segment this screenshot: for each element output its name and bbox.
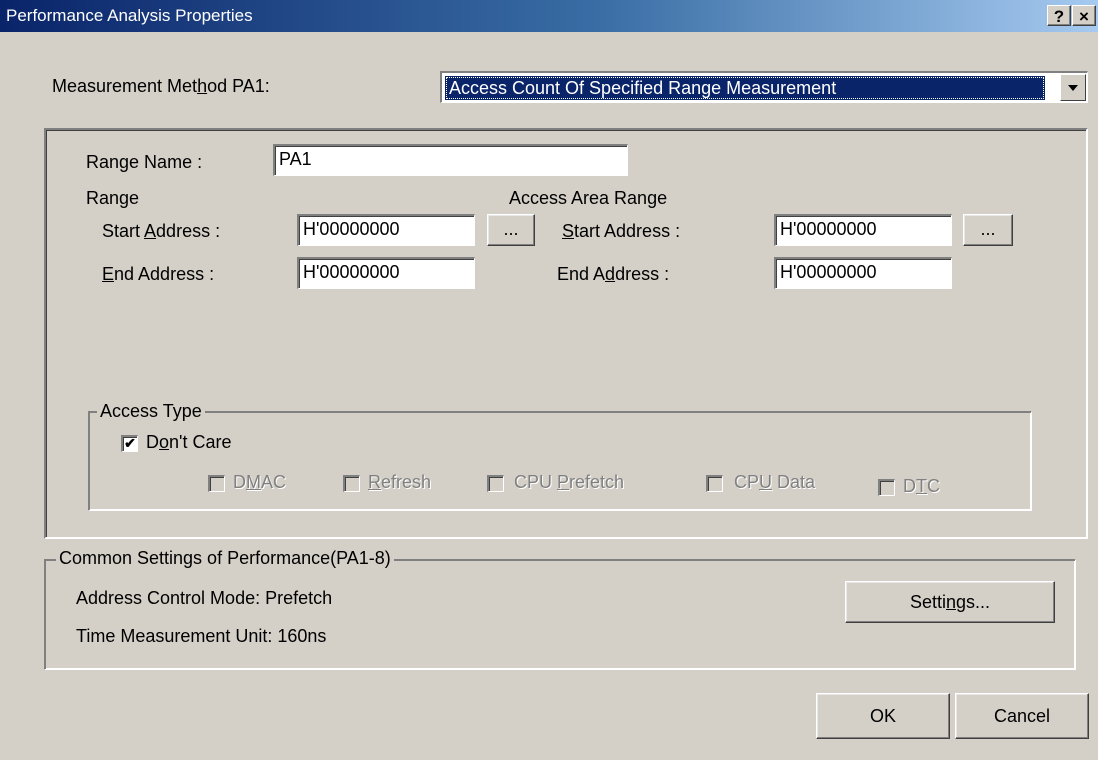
- title-bar: Performance Analysis Properties ? ×: [0, 0, 1098, 32]
- access-area-start-address-input[interactable]: H'00000000: [774, 214, 952, 246]
- range-heading: Range: [86, 188, 140, 208]
- range-start-address-input[interactable]: H'00000000: [297, 214, 475, 246]
- range-name-label: Range Name :: [86, 152, 203, 172]
- dtc-checkbox[interactable]: [878, 479, 895, 496]
- cpu-data-label: CPU Data: [734, 472, 816, 492]
- range-start-browse-button[interactable]: ...: [487, 214, 535, 246]
- cpu-data-checkbox[interactable]: [706, 475, 723, 492]
- range-end-label: End Address :: [102, 264, 215, 284]
- close-button[interactable]: ×: [1072, 5, 1096, 26]
- refresh-checkbox[interactable]: [343, 475, 360, 492]
- help-button[interactable]: ?: [1047, 5, 1071, 26]
- access-area-start-label: Start Address :: [562, 221, 681, 241]
- access-area-end-address-input[interactable]: H'00000000: [774, 257, 952, 289]
- dropdown-button[interactable]: [1060, 74, 1086, 101]
- common-settings-legend: Common Settings of Performance(PA1-8): [56, 548, 394, 569]
- access-area-heading: Access Area Range: [509, 188, 668, 208]
- time-measurement-unit-text: Time Measurement Unit: 160ns: [76, 626, 327, 646]
- dont-care-checkbox[interactable]: ✔: [121, 435, 138, 452]
- cpu-prefetch-label: CPU Prefetch: [514, 472, 625, 492]
- window-title: Performance Analysis Properties: [6, 6, 253, 25]
- measurement-method-select[interactable]: Access Count Of Specified Range Measurem…: [440, 71, 1088, 103]
- address-control-mode-text: Address Control Mode: Prefetch: [76, 588, 333, 608]
- dmac-label: DMAC: [233, 472, 287, 492]
- range-start-label: Start Address :: [102, 221, 221, 241]
- settings-button[interactable]: Settings...: [845, 581, 1055, 623]
- cancel-button[interactable]: Cancel: [955, 693, 1089, 739]
- access-area-start-browse-button[interactable]: ...: [963, 214, 1013, 246]
- range-end-address-input[interactable]: H'00000000: [297, 257, 475, 289]
- range-name-input[interactable]: PA1: [273, 144, 628, 176]
- access-type-group: [88, 411, 1032, 511]
- cpu-prefetch-checkbox[interactable]: [487, 475, 504, 492]
- ok-button[interactable]: OK: [816, 693, 950, 739]
- dont-care-label[interactable]: Don't Care: [146, 432, 231, 453]
- measurement-method-label: Measurement Method PA1:: [52, 76, 270, 96]
- access-type-legend: Access Type: [97, 401, 205, 422]
- dtc-label: DTC: [903, 476, 940, 496]
- access-area-end-label: End Address :: [557, 264, 670, 284]
- chevron-down-icon: [1068, 85, 1078, 91]
- refresh-label: Refresh: [368, 472, 432, 492]
- dmac-checkbox[interactable]: [208, 475, 225, 492]
- measurement-method-value: Access Count Of Specified Range Measurem…: [445, 76, 1045, 100]
